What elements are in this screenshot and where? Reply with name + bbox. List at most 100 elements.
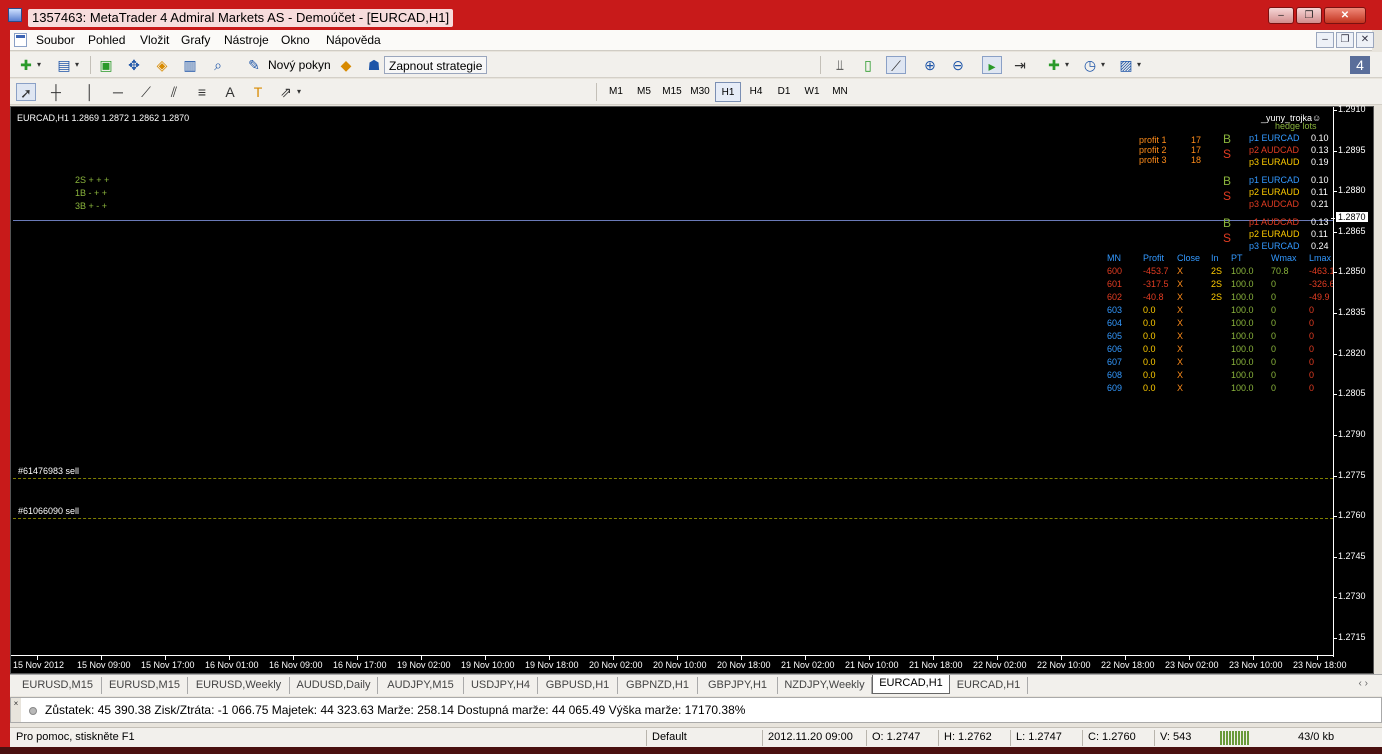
templates-dropdown-icon[interactable]: ▾ [1134, 56, 1144, 74]
data-window-icon[interactable]: ◈ [152, 56, 172, 74]
chart-tab[interactable]: GBPNZD,H1 [618, 677, 698, 694]
strategy-tester-icon[interactable]: ⌕ [208, 56, 228, 74]
autoscroll-icon[interactable]: ▸ [982, 56, 1002, 74]
terminal-close-button[interactable]: × [11, 698, 21, 722]
timeframe-mn[interactable]: MN [827, 82, 853, 102]
cursor-icon[interactable]: ➚ [16, 83, 36, 101]
profit-value: 18 [1191, 155, 1202, 165]
plot-area[interactable]: EURCAD,H1 1.2869 1.2872 1.2862 1.2870 _yu… [13, 109, 1333, 656]
table-cell: X [1177, 305, 1184, 315]
standard-toolbar: ✚ ▾ ▤ ▾ ▣ ✥ ◈ ▥ ⌕ ✎ Nový pokyn ◆ ☗ Zapno… [10, 52, 1382, 78]
text-label-icon[interactable]: T [248, 83, 268, 101]
trendline-icon[interactable]: ⟋ [136, 83, 156, 101]
zoom-out-icon[interactable]: ⊖ [948, 56, 968, 74]
account-summary: Zůstatek: 45 390.38 Zisk/Ztráta: -1 066.… [45, 703, 746, 717]
timeframe-m1[interactable]: M1 [603, 82, 629, 102]
chart-window[interactable]: EURCAD,H1 1.2869 1.2872 1.2862 1.2870 _yu… [10, 104, 1375, 674]
vertical-line-icon[interactable]: │ [80, 83, 100, 101]
title-bar[interactable]: 1357463: MetaTrader 4 Admiral Markets AS… [0, 0, 1382, 30]
periods-icon[interactable]: ◷ [1080, 56, 1100, 74]
mdi-minimize-button[interactable]: – [1316, 32, 1334, 48]
price-tick: 1.2730 [1333, 591, 1366, 602]
fibo-icon[interactable]: ≡ [192, 83, 212, 101]
table-cell: 100.0 [1231, 318, 1254, 328]
horizontal-line-icon[interactable]: ─ [108, 83, 128, 101]
menu-soubor[interactable]: Soubor [36, 33, 75, 47]
arrows-icon[interactable]: ⇗ [276, 83, 296, 101]
autotrading-button[interactable]: Zapnout strategie [384, 56, 488, 74]
new-order-icon[interactable]: ✎ [244, 56, 264, 74]
navigator-icon[interactable]: ✥ [124, 56, 144, 74]
terminal-icon[interactable]: ▥ [180, 56, 200, 74]
timeframe-m15[interactable]: M15 [659, 82, 685, 102]
chart-tab[interactable]: USDJPY,H4 [464, 677, 538, 694]
restore-button[interactable]: ❐ [1296, 7, 1322, 24]
text-icon[interactable]: A [220, 83, 240, 101]
price-tick: 1.2745 [1333, 550, 1366, 561]
chart-tab[interactable]: GBPUSD,H1 [538, 677, 618, 694]
menu-vložit[interactable]: Vložit [140, 33, 169, 47]
timeframe-h1[interactable]: H1 [715, 82, 741, 102]
mdi-restore-button[interactable]: ❐ [1336, 32, 1354, 48]
time-axis[interactable]: 15 Nov 2012 15 Nov 09:00 15 Nov 17:00 16 No… [11, 655, 1347, 673]
crosshair-icon[interactable]: ┼ [46, 83, 66, 101]
indicators-icon[interactable]: ✚ [1044, 56, 1064, 74]
chart-tab[interactable]: NZDJPY,Weekly [778, 677, 872, 694]
chart-tab[interactable]: EURCAD,H1 [950, 677, 1028, 694]
table-cell: 0 [1309, 383, 1315, 393]
mdi-close-button[interactable]: ✕ [1356, 32, 1374, 48]
new-chart-icon[interactable]: ✚ [16, 56, 36, 74]
table-cell: X [1177, 383, 1184, 393]
chart-tab[interactable]: EURUSD,M15 [102, 677, 188, 694]
tab-scroll-arrows[interactable]: ‹ › [1359, 678, 1368, 689]
indicators-dropdown-icon[interactable]: ▾ [1062, 56, 1072, 74]
chart-tab[interactable]: AUDJPY,M15 [378, 677, 464, 694]
channel-icon[interactable]: ⫽ [164, 83, 184, 101]
minimize-button[interactable]: – [1268, 7, 1294, 24]
menu-nástroje[interactable]: Nástroje [224, 33, 269, 47]
window-title: 1357463: MetaTrader 4 Admiral Markets AS… [28, 9, 454, 27]
menu-grafy[interactable]: Grafy [181, 33, 210, 47]
price-tick: 1.2760 [1333, 510, 1366, 521]
menu-nápověda[interactable]: Nápověda [326, 33, 381, 47]
close-button[interactable]: ✕ [1324, 7, 1366, 24]
chart-tab[interactable]: EURUSD,Weekly [188, 677, 290, 694]
timeframe-h4[interactable]: H4 [743, 82, 769, 102]
timeframe-w1[interactable]: W1 [799, 82, 825, 102]
new-order-button[interactable]: Nový pokyn [264, 56, 335, 74]
templates-icon[interactable]: ▨ [1116, 56, 1136, 74]
line-chart-icon[interactable]: ⟋ [886, 56, 906, 74]
profit-label: profit 2 [1139, 145, 1167, 155]
table-cell: 0.0 [1143, 370, 1156, 380]
lot-value: 0.13 [1311, 145, 1329, 155]
table-cell: -326.6 [1309, 279, 1333, 289]
alert-icon[interactable]: ◆ [336, 56, 356, 74]
badge-icon[interactable]: 4 [1350, 56, 1370, 74]
zoom-in-icon[interactable]: ⊕ [920, 56, 940, 74]
profiles-dropdown-icon[interactable]: ▾ [72, 56, 82, 74]
profiles-icon[interactable]: ▤ [54, 56, 74, 74]
chart-shift-icon[interactable]: ⇥ [1010, 56, 1030, 74]
timeframe-d1[interactable]: D1 [771, 82, 797, 102]
chart-tab[interactable]: GBPJPY,H1 [698, 677, 778, 694]
bar-chart-icon[interactable]: ⫫ [830, 56, 850, 74]
arrows-dropdown-icon[interactable]: ▾ [294, 83, 304, 101]
timeframe-m30[interactable]: M30 [687, 82, 713, 102]
price-tick: 1.2850 [1333, 266, 1366, 277]
table-header: Wmax [1271, 253, 1297, 263]
chart-tab[interactable]: EURCAD,H1 [872, 675, 950, 694]
market-watch-icon[interactable]: ▣ [96, 56, 116, 74]
candle-chart-icon[interactable]: ▯ [858, 56, 878, 74]
time-tick: 22 Nov 18:00 [1101, 660, 1155, 670]
price-axis[interactable]: 1.2910 1.2895 1.2880 1.2865 1.2850 1.2835 1.28… [1331, 104, 1375, 657]
timeframe-m5[interactable]: M5 [631, 82, 657, 102]
chart-tab[interactable]: EURUSD,M15 [14, 677, 102, 694]
status-datetime: 2012.11.20 09:00 [768, 731, 853, 743]
new-chart-dropdown-icon[interactable]: ▾ [34, 56, 44, 74]
chart-tab[interactable]: AUDUSD,Daily [290, 677, 378, 694]
menu-pohled[interactable]: Pohled [88, 33, 125, 47]
menu-okno[interactable]: Okno [281, 33, 310, 47]
periods-dropdown-icon[interactable]: ▾ [1098, 56, 1108, 74]
table-cell: 100.0 [1231, 305, 1254, 315]
expert-icon[interactable]: ☗ [364, 56, 384, 74]
